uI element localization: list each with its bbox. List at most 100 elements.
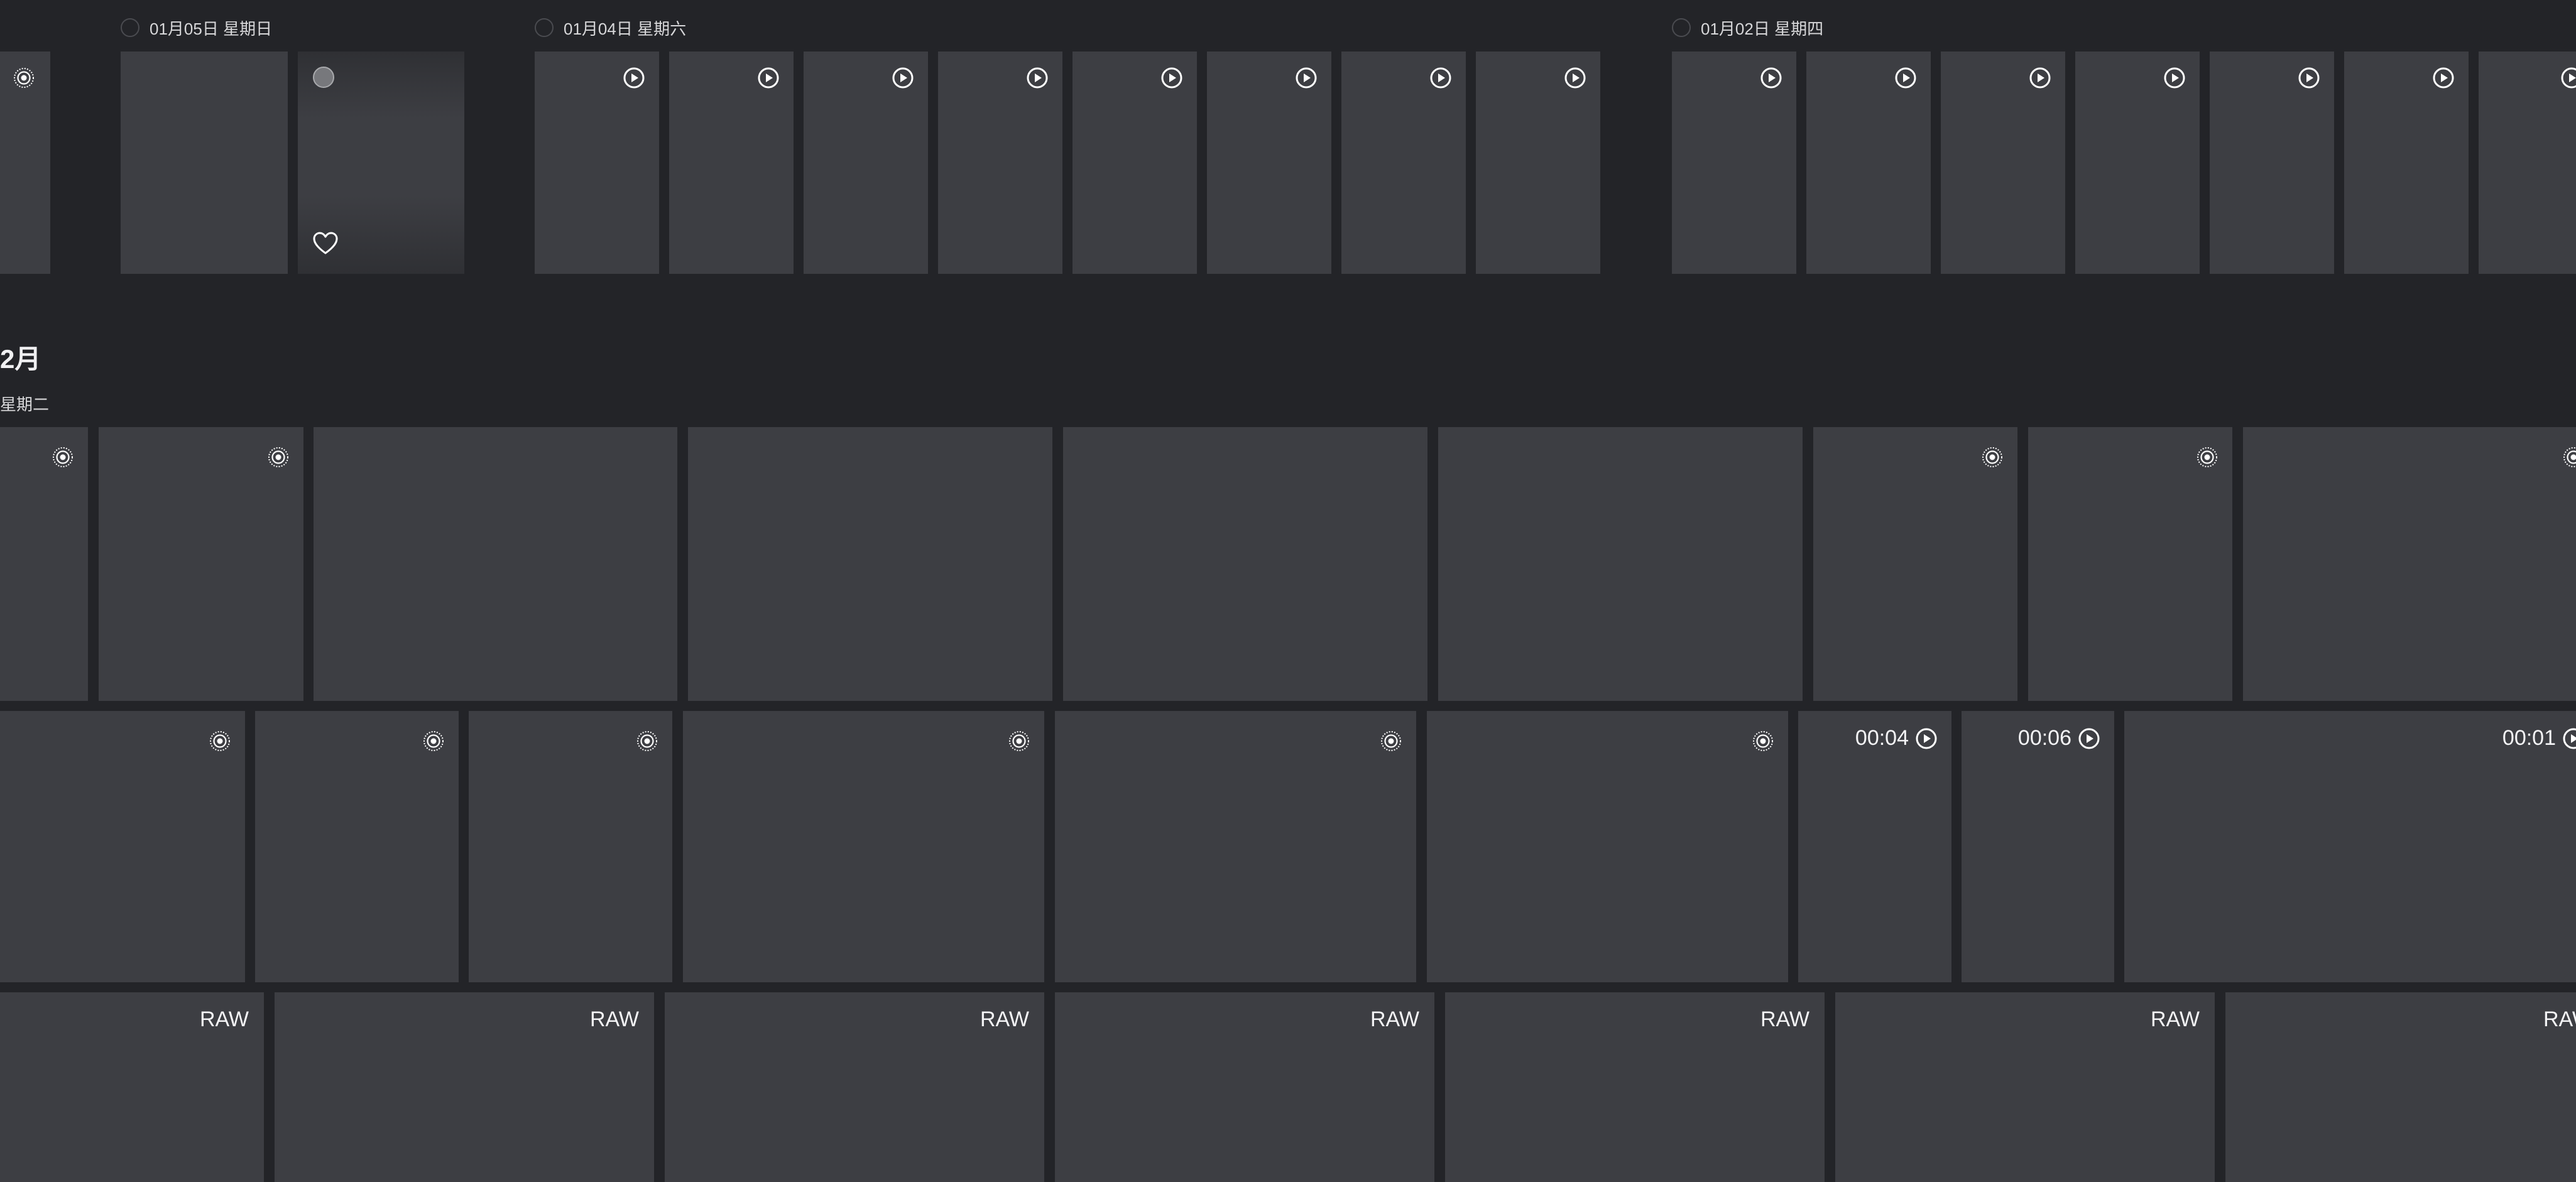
raw-badge: RAW <box>1370 1007 1419 1031</box>
video-tile[interactable]: 00:01 <box>2124 711 2576 982</box>
video-tile[interactable] <box>1941 52 2065 274</box>
play-icon <box>1915 727 1938 750</box>
play-icon <box>623 67 645 89</box>
raw-photo-tile[interactable]: RAW <box>1445 992 1825 1182</box>
live-photo-icon <box>267 446 290 469</box>
live-photo-icon <box>209 730 231 752</box>
video-tile[interactable]: 00:06 <box>1962 711 2114 982</box>
raw-photo-tile[interactable]: RAW <box>275 992 654 1182</box>
raw-photo-tile[interactable]: RAW <box>1835 992 2215 1182</box>
live-photo-icon <box>1752 730 1774 752</box>
raw-badge: RAW <box>1760 1007 1809 1031</box>
play-icon <box>1026 67 1049 89</box>
video-tile[interactable] <box>1476 52 1600 274</box>
video-duration: 00:04 <box>1855 726 1938 751</box>
play-icon <box>1295 67 1318 89</box>
play-icon <box>2078 727 2100 750</box>
video-tile[interactable] <box>938 52 1062 274</box>
photo-tile[interactable] <box>314 427 677 701</box>
raw-badge: RAW <box>2150 1007 2200 1031</box>
play-icon <box>2029 67 2051 89</box>
heart-icon[interactable] <box>312 230 339 258</box>
photo-tile[interactable] <box>1813 427 2017 701</box>
raw-badge: RAW <box>2543 1007 2576 1031</box>
play-icon <box>1894 67 1917 89</box>
select-circle-icon[interactable] <box>535 18 554 37</box>
video-tile[interactable] <box>804 52 928 274</box>
live-photo-icon <box>2562 446 2576 469</box>
video-tile[interactable] <box>2075 52 2200 274</box>
play-icon <box>1429 67 1452 89</box>
video-tile[interactable] <box>2210 52 2334 274</box>
photo-tile[interactable] <box>99 427 303 701</box>
photo-tile[interactable] <box>2028 427 2232 701</box>
video-tile[interactable] <box>669 52 794 274</box>
play-icon <box>2432 67 2455 89</box>
raw-badge: RAW <box>199 1007 249 1031</box>
live-photo-icon <box>52 446 74 469</box>
video-tile[interactable] <box>1341 52 1466 274</box>
photo-tile[interactable] <box>683 711 1044 982</box>
video-tile[interactable] <box>1207 52 1331 274</box>
live-photo-icon <box>1380 730 1402 752</box>
video-tile[interactable] <box>535 52 659 274</box>
raw-photo-tile[interactable]: RAW <box>2225 992 2576 1182</box>
photo-tile[interactable] <box>1063 427 1427 701</box>
photo-tile[interactable] <box>1427 711 1788 982</box>
month-title: 2月 <box>0 344 41 374</box>
photo-tile[interactable] <box>1438 427 1803 701</box>
day-group-weekday: 星期二 <box>0 395 50 414</box>
photo-tile[interactable] <box>121 52 288 274</box>
photo-tile[interactable] <box>1055 711 1416 982</box>
raw-badge: RAW <box>980 1007 1029 1031</box>
photo-tile[interactable] <box>0 427 88 701</box>
play-icon <box>2163 67 2186 89</box>
photo-library-view: 01月05日 星期日 01月04日 星期六 01月02日 星期四 2月 星期二 <box>0 0 2576 1182</box>
live-photo-icon <box>422 730 445 752</box>
photo-tile[interactable] <box>469 711 672 982</box>
video-duration-text: 00:04 <box>1855 726 1909 750</box>
photo-tile[interactable] <box>688 427 1052 701</box>
select-circle-icon[interactable] <box>1672 18 1691 37</box>
play-icon <box>2298 67 2320 89</box>
play-icon <box>757 67 780 89</box>
video-duration-text: 00:01 <box>2502 726 2556 750</box>
day-group-header: 01月05日 星期日 <box>121 15 272 40</box>
play-icon <box>2560 67 2576 89</box>
video-duration: 00:01 <box>2502 726 2576 751</box>
video-tile[interactable] <box>1672 52 1796 274</box>
raw-photo-tile[interactable]: RAW <box>665 992 1044 1182</box>
play-icon <box>1160 67 1183 89</box>
play-icon <box>892 67 914 89</box>
day-group-date: 01月02日 星期四 <box>1701 19 1824 38</box>
day-group-date: 01月04日 星期六 <box>564 19 687 38</box>
video-duration-text: 00:06 <box>2017 726 2071 750</box>
day-group-header: 01月02日 星期四 <box>1672 15 1823 40</box>
video-tile[interactable]: 00:04 <box>1798 711 1951 982</box>
live-photo-icon <box>636 730 658 752</box>
day-group-date: 01月05日 星期日 <box>150 19 273 38</box>
live-photo-icon <box>1981 446 2004 469</box>
video-tile[interactable] <box>2479 52 2576 274</box>
photo-tile[interactable] <box>255 711 459 982</box>
photo-tile[interactable] <box>298 52 464 274</box>
live-photo-icon <box>2196 446 2219 469</box>
video-duration: 00:06 <box>2018 726 2100 751</box>
photo-tile[interactable] <box>0 711 245 982</box>
video-tile[interactable] <box>1072 52 1197 274</box>
raw-photo-tile[interactable]: RAW <box>0 992 264 1182</box>
play-icon <box>2562 727 2576 750</box>
live-photo-icon <box>1008 730 1030 752</box>
select-circle-icon[interactable] <box>121 18 139 37</box>
day-group-header: 01月04日 星期六 <box>535 15 686 40</box>
raw-badge: RAW <box>589 1007 639 1031</box>
video-tile[interactable] <box>1806 52 1931 274</box>
video-tile[interactable] <box>2344 52 2469 274</box>
live-photo-icon <box>13 67 35 89</box>
play-icon <box>1760 67 1782 89</box>
status-dot <box>313 67 334 88</box>
photo-tile[interactable] <box>0 52 50 274</box>
raw-photo-tile[interactable]: RAW <box>1055 992 1434 1182</box>
play-icon <box>1564 67 1586 89</box>
photo-tile[interactable] <box>2243 427 2576 701</box>
